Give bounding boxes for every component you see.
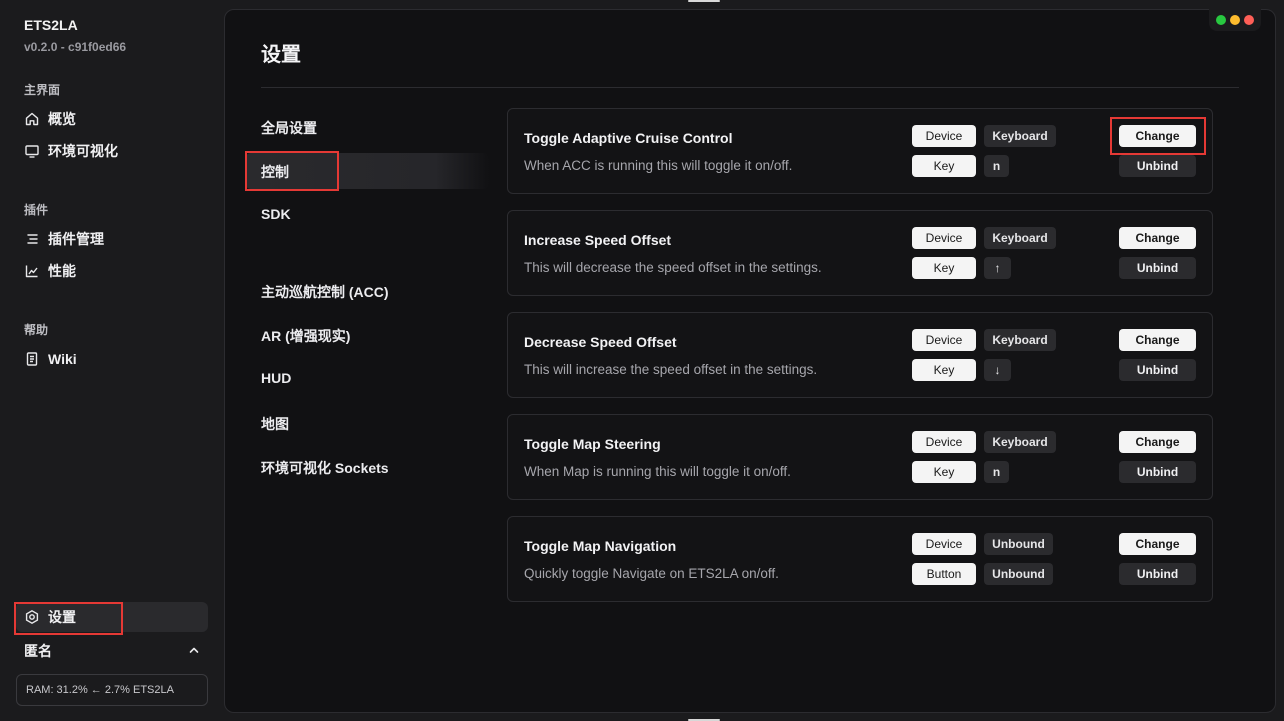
user-label: 匿名 [24, 643, 52, 659]
device-button[interactable]: Device [912, 533, 976, 555]
control-description: This will decrease the speed offset in t… [524, 260, 822, 275]
key-button[interactable]: Key [912, 461, 976, 483]
main-panel: 设置 全局设置 控制 SDK 主动巡航控制 (ACC) AR (增强现实) HU… [224, 9, 1276, 713]
page-title: 设置 [261, 44, 301, 66]
device-value: Unbound [984, 533, 1053, 555]
app-version: v0.2.0 - c91f0ed66 [24, 40, 127, 54]
device-value: Keyboard [984, 431, 1056, 453]
change-button[interactable]: Change [1119, 533, 1196, 555]
device-value: Keyboard [984, 227, 1056, 249]
device-button[interactable]: Device [912, 329, 976, 351]
subnav-highlight-box [245, 151, 339, 191]
subnav-global-settings[interactable]: 全局设置 [261, 118, 317, 138]
key-button[interactable]: Key [912, 155, 976, 177]
unbind-button[interactable]: Unbind [1119, 563, 1196, 585]
book-icon [24, 351, 40, 367]
sidebar-item-overview[interactable]: 概览 [16, 104, 208, 134]
subnav-sdk[interactable]: SDK [261, 206, 291, 222]
sidebar-group-main: 主界面 [24, 83, 61, 97]
settings-highlight-box [14, 602, 123, 635]
control-card-acc: Toggle Adaptive Cruise Control When ACC … [507, 108, 1213, 194]
control-description: Quickly toggle Navigate on ETS2LA on/off… [524, 566, 779, 581]
key-value: ↑ [984, 257, 1011, 279]
sidebar-item-performance[interactable]: 性能 [16, 256, 208, 286]
list-icon [24, 231, 40, 247]
sidebar-item-label: 概览 [48, 111, 76, 127]
device-value: Keyboard [984, 125, 1056, 147]
chevron-up-icon [188, 643, 200, 659]
divider [261, 87, 1239, 88]
device-button[interactable]: Device [912, 431, 976, 453]
change-button[interactable]: Change [1119, 431, 1196, 453]
device-value: Keyboard [984, 329, 1056, 351]
unbind-button[interactable]: Unbind [1119, 461, 1196, 483]
monitor-icon [24, 143, 40, 159]
control-card-increase-speed: Increase Speed Offset This will decrease… [507, 210, 1213, 296]
sidebar-item-label: 环境可视化 [48, 143, 118, 159]
control-title: Increase Speed Offset [524, 232, 672, 248]
subnav-visualization-sockets[interactable]: 环境可视化 Sockets [261, 458, 389, 478]
key-button[interactable]: Key [912, 359, 976, 381]
key-button[interactable]: Key [912, 257, 976, 279]
maximize-button[interactable] [1216, 15, 1226, 25]
subnav-acc[interactable]: 主动巡航控制 (ACC) [261, 282, 389, 302]
sidebar-item-wiki[interactable]: Wiki [16, 344, 208, 374]
control-description: When Map is running this will toggle it … [524, 464, 791, 479]
unbind-button[interactable]: Unbind [1119, 257, 1196, 279]
device-button[interactable]: Device [912, 227, 976, 249]
window-controls [1209, 9, 1261, 31]
control-card-map-steering: Toggle Map Steering When Map is running … [507, 414, 1213, 500]
change-button[interactable]: Change [1119, 227, 1196, 249]
button-value: Unbound [984, 563, 1053, 585]
user-menu[interactable]: 匿名 [24, 641, 200, 661]
sidebar-group-help: 帮助 [24, 323, 49, 337]
change-highlight-box [1110, 117, 1206, 155]
sidebar-group-plugins: 插件 [24, 203, 49, 217]
chart-icon [24, 263, 40, 279]
control-title: Toggle Map Steering [524, 436, 661, 452]
sidebar-item-label: 性能 [48, 263, 76, 279]
sidebar-item-label: Wiki [48, 351, 77, 367]
control-card-decrease-speed: Decrease Speed Offset This will increase… [507, 312, 1213, 398]
key-value: n [984, 155, 1009, 177]
sidebar-item-label: 插件管理 [48, 231, 104, 247]
change-button[interactable]: Change [1119, 329, 1196, 351]
key-value: ↓ [984, 359, 1011, 381]
unbind-button[interactable]: Unbind [1119, 359, 1196, 381]
control-title: Toggle Adaptive Cruise Control [524, 130, 733, 146]
device-button[interactable]: Device [912, 125, 976, 147]
home-icon [24, 111, 40, 127]
sidebar-item-visualization[interactable]: 环境可视化 [16, 136, 208, 166]
app-name: ETS2LA [24, 17, 78, 33]
control-title: Toggle Map Navigation [524, 538, 677, 554]
control-description: When ACC is running this will toggle it … [524, 158, 793, 173]
subnav-hud[interactable]: HUD [261, 370, 291, 386]
sidebar-item-plugin-manager[interactable]: 插件管理 [16, 224, 208, 254]
unbind-button[interactable]: Unbind [1119, 155, 1196, 177]
status-bar: RAM: 31.2% ← 2.7% ETS2LA [16, 674, 208, 706]
control-card-map-navigation: Toggle Map Navigation Quickly toggle Nav… [507, 516, 1213, 602]
control-description: This will increase the speed offset in t… [524, 362, 818, 377]
subnav-ar[interactable]: AR (增强现实) [261, 326, 350, 346]
button-button[interactable]: Button [912, 563, 976, 585]
subnav-map[interactable]: 地图 [261, 414, 289, 434]
minimize-button[interactable] [1230, 15, 1240, 25]
key-value: n [984, 461, 1009, 483]
close-button[interactable] [1244, 15, 1254, 25]
sidebar: ETS2LA v0.2.0 - c91f0ed66 主界面 概览 环境可视化 插… [0, 0, 222, 721]
window-drag-handle-top[interactable] [688, 0, 720, 2]
control-title: Decrease Speed Offset [524, 334, 677, 350]
